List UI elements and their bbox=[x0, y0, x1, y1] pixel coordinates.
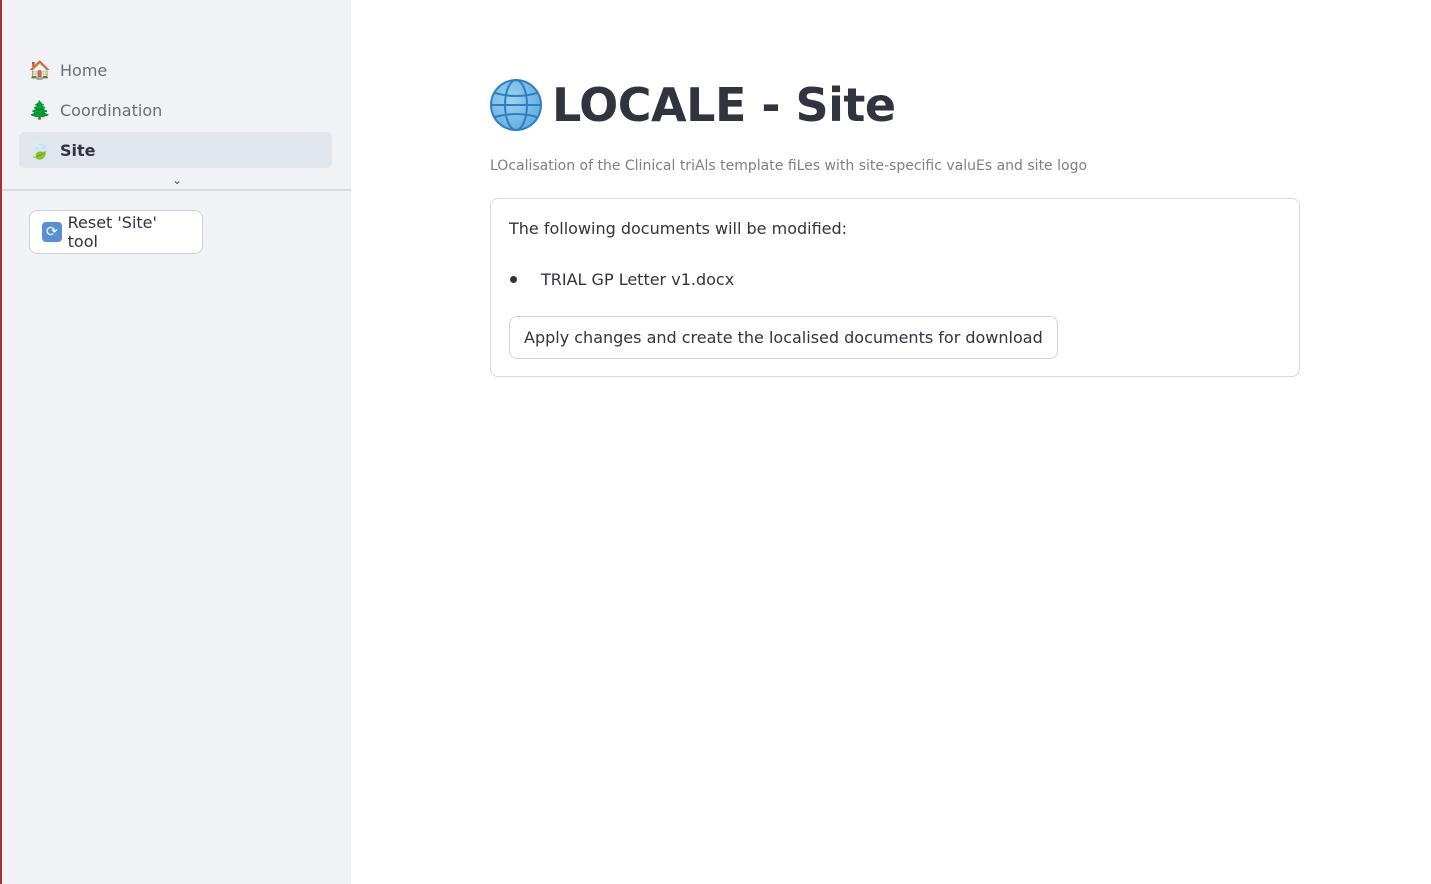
apply-changes-button[interactable]: Apply changes and create the localised d… bbox=[509, 316, 1058, 359]
page-title: LOCALE - Site bbox=[490, 78, 896, 132]
sidebar-item-home[interactable]: 🏠 Home bbox=[19, 52, 332, 88]
reset-site-button[interactable]: ⟳ Reset 'Site' tool bbox=[29, 210, 203, 254]
list-item: TRIAL GP Letter v1.docx bbox=[510, 270, 734, 289]
reset-button-label: Reset 'Site' tool bbox=[67, 213, 157, 251]
sidebar-divider bbox=[2, 189, 351, 191]
sidebar-item-label: Coordination bbox=[60, 100, 163, 120]
sidebar-item-coordination[interactable]: 🌲 Coordination bbox=[19, 92, 332, 128]
bullet-icon bbox=[510, 276, 517, 283]
main-content: LOCALE - Site LOcalisation of the Clinic… bbox=[351, 0, 1431, 884]
tree-icon: 🌲 bbox=[28, 99, 52, 121]
documents-card: The following documents will be modified… bbox=[490, 198, 1300, 377]
chevron-down-icon[interactable]: ⌄ bbox=[168, 172, 186, 188]
house-icon: 🏠 bbox=[28, 59, 52, 81]
page-subtitle: LOcalisation of the Clinical triAls temp… bbox=[490, 158, 1088, 174]
document-name: TRIAL GP Letter v1.docx bbox=[541, 270, 735, 289]
page-title-text: LOCALE - Site bbox=[552, 78, 896, 132]
refresh-icon: ⟳ bbox=[42, 222, 62, 242]
sidebar-item-label: Home bbox=[60, 60, 108, 80]
sidebar: 🏠 Home 🌲 Coordination 🍃 Site ⌄ ⟳ Reset '… bbox=[2, 0, 351, 884]
leaf-icon: 🍃 bbox=[28, 139, 52, 161]
sidebar-nav: 🏠 Home 🌲 Coordination 🍃 Site bbox=[19, 52, 332, 172]
sidebar-item-site[interactable]: 🍃 Site bbox=[19, 132, 332, 168]
documents-intro: The following documents will be modified… bbox=[509, 219, 848, 238]
globe-icon bbox=[490, 79, 542, 131]
sidebar-item-label: Site bbox=[60, 140, 96, 160]
